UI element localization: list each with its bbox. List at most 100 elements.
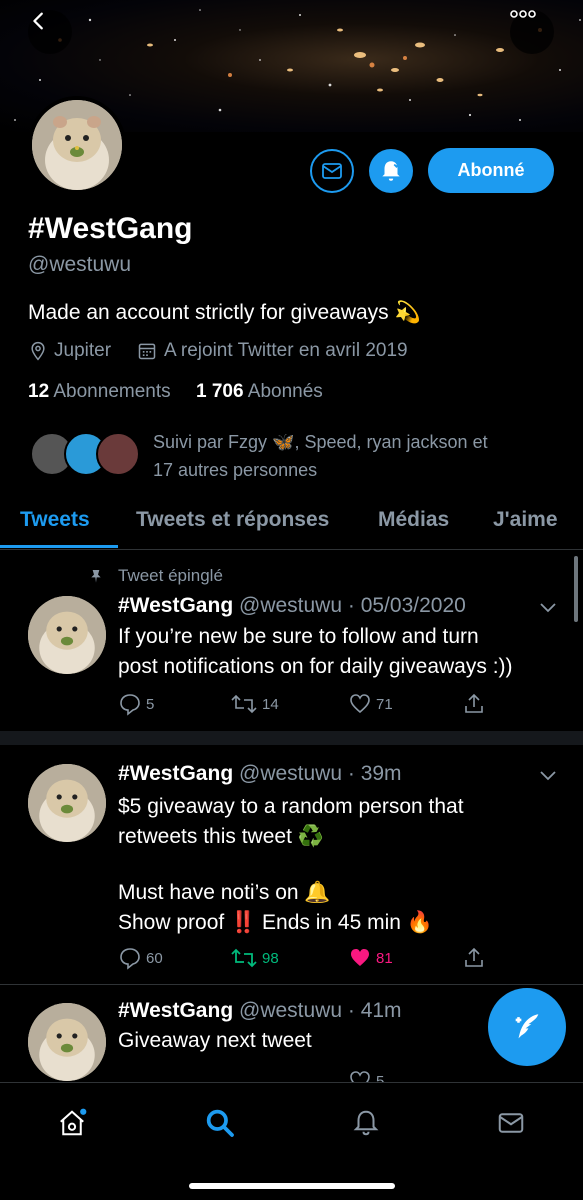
chevron-down-icon[interactable]: [538, 768, 558, 782]
followed-by-others: 17 autres personnes: [153, 460, 318, 480]
tweet-header: #WestGang @westuwu · 39m: [118, 762, 402, 785]
more-icon: [510, 10, 536, 18]
tab-tweets-and-replies[interactable]: Tweets et réponses: [136, 508, 329, 532]
home-icon: [60, 1108, 87, 1136]
followed-by-avatars[interactable]: [30, 430, 140, 480]
profile-avatar[interactable]: [28, 96, 126, 194]
nav-messages[interactable]: [491, 1103, 531, 1143]
following-button[interactable]: Abonné: [428, 148, 554, 193]
tweet[interactable]: #WestGang @westuwu · 39m $5 giveaway to …: [0, 746, 583, 984]
retweet-count: 14: [262, 695, 279, 713]
reply-button[interactable]: 60: [118, 946, 163, 970]
following-count: 12: [28, 381, 50, 402]
tweet-avatar[interactable]: [28, 1003, 106, 1081]
tweet-text-line: Show proof ‼️ Ends in 45 min 🔥: [118, 911, 433, 934]
followed-by-text[interactable]: Suivi par Fzgy 🦋, Speed, ryan jackson et…: [153, 428, 488, 484]
like-count: 71: [376, 695, 393, 713]
profile-tabs: Tweets Tweets et réponses Médias J'aime: [0, 498, 583, 550]
tweet-author-handle: @westuwu: [239, 594, 343, 617]
hamster-avatar-image: [28, 1003, 106, 1081]
notifications-icon: [353, 1110, 379, 1136]
hamster-avatar-image: [32, 100, 122, 190]
like-button[interactable]: 81: [348, 946, 393, 970]
like-count: 5: [376, 1072, 385, 1083]
share-icon: [465, 693, 483, 713]
tweet-text-line: $5 giveaway to a random person that: [118, 795, 464, 818]
compose-icon: [515, 1014, 539, 1039]
followed-by-names-rest: , Speed, ryan jackson et: [294, 432, 488, 452]
location-icon: [31, 341, 45, 361]
followers-stat[interactable]: 1 706 Abonnés: [196, 381, 323, 403]
share-icon: [465, 947, 483, 967]
chevron-down-icon[interactable]: [538, 600, 558, 614]
joined-text: A rejoint Twitter en avril 2019: [164, 340, 408, 361]
message-button[interactable]: [310, 149, 354, 193]
tweet-avatar[interactable]: [28, 596, 106, 674]
like-button[interactable]: 71: [348, 692, 393, 716]
back-arrow-icon: [33, 12, 43, 30]
hamster-avatar-image: [28, 596, 106, 674]
retweet-count: 98: [262, 949, 279, 967]
nav-search[interactable]: [200, 1103, 240, 1143]
hamster-avatar-image: [28, 764, 106, 842]
retweet-button[interactable]: 14: [230, 692, 279, 716]
active-tab-indicator: [0, 545, 118, 548]
tab-media[interactable]: Médias: [378, 508, 449, 532]
tweet-time: 05/03/2020: [360, 594, 466, 617]
profile-handle: @westuwu: [28, 253, 132, 276]
location-text: Jupiter: [54, 340, 112, 361]
tweet-avatar[interactable]: [28, 764, 106, 842]
reply-button[interactable]: 5: [118, 692, 154, 716]
search-icon: [206, 1109, 234, 1137]
tweet-text: $5 giveaway to a random person that retw…: [118, 792, 464, 938]
mail-icon: [322, 163, 342, 179]
tweet-text: If you’re new be sure to follow and turn…: [118, 625, 513, 678]
tweet-text-line: Must have noti’s on 🔔: [118, 881, 331, 904]
nav-home[interactable]: [52, 1103, 92, 1143]
tweet-text-line: retweets this tweet ♻️: [118, 825, 324, 848]
profile-display-name: #WestGang: [28, 212, 193, 245]
tweet-time: 41m: [360, 999, 402, 1022]
pinned-label: Tweet épinglé: [118, 566, 223, 585]
follower-avatar: [96, 432, 140, 476]
tab-tweets[interactable]: Tweets: [20, 508, 90, 532]
notifications-toggle-button[interactable]: [369, 149, 413, 193]
tweet-header: #WestGang @westuwu · 05/03/2020: [118, 594, 466, 617]
profile-joined-date: A rejoint Twitter en avril 2019: [136, 340, 408, 362]
followed-by-names: Suivi par Fzgy: [153, 432, 268, 452]
followers-label: Abonnés: [247, 381, 323, 402]
share-button[interactable]: [462, 946, 486, 970]
tweet-author-handle: @westuwu: [239, 999, 343, 1022]
like-icon: [350, 694, 370, 714]
followers-count: 1 706: [196, 381, 244, 402]
following-label: Abonnements: [53, 381, 171, 402]
more-options-button[interactable]: [510, 10, 554, 54]
reply-count: 5: [146, 695, 155, 713]
reply-icon: [120, 948, 140, 970]
back-button[interactable]: [28, 10, 72, 54]
profile-bio: Made an account strictly for giveaways 💫: [28, 301, 421, 324]
compose-tweet-button[interactable]: [488, 988, 566, 1066]
following-stat[interactable]: 12 Abonnements: [28, 381, 171, 403]
retweet-icon: [231, 694, 257, 714]
pin-icon: [91, 570, 101, 583]
share-button[interactable]: [462, 692, 486, 716]
like-count: 81: [376, 949, 393, 967]
pinned-separator: [0, 731, 583, 745]
tweet-author-name: #WestGang: [118, 594, 234, 617]
nav-notifications[interactable]: [346, 1103, 386, 1143]
tweet-pinned[interactable]: Tweet épinglé #WestGang @westuwu · 05/03…: [0, 552, 583, 730]
profile-location: Jupiter: [28, 340, 111, 362]
home-indicator[interactable]: [189, 1183, 395, 1189]
retweet-icon: [231, 948, 257, 968]
reply-icon: [120, 694, 140, 716]
tweet-author-handle: @westuwu: [239, 762, 343, 785]
tweet-time: 39m: [360, 762, 402, 785]
tab-likes[interactable]: J'aime: [493, 508, 558, 532]
like-button[interactable]: 5: [348, 1069, 384, 1082]
tweet-author-name: #WestGang: [118, 762, 234, 785]
messages-icon: [498, 1113, 524, 1133]
bell-icon: [382, 160, 402, 181]
retweet-button[interactable]: 98: [230, 946, 279, 970]
tweet-header: #WestGang @westuwu · 41m: [118, 999, 402, 1022]
